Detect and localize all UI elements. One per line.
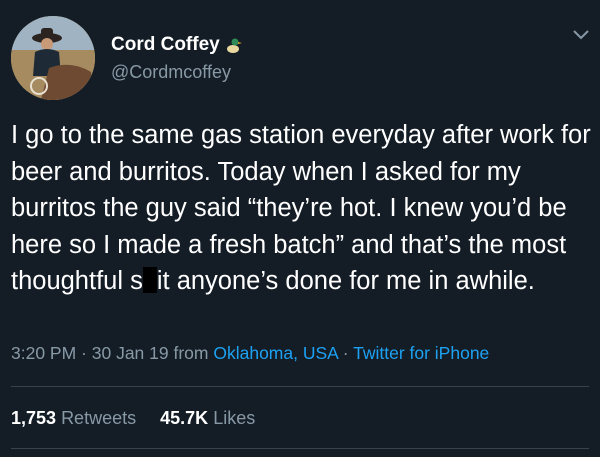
location-link[interactable]: Oklahoma, USA bbox=[213, 343, 338, 363]
user-handle[interactable]: @Cordmcoffey bbox=[111, 62, 231, 83]
source-link[interactable]: Twitter for iPhone bbox=[353, 343, 489, 363]
chevron-down-icon[interactable] bbox=[572, 28, 590, 42]
likes-count: 45.7K bbox=[160, 408, 209, 428]
retweets-label: Retweets bbox=[61, 408, 137, 428]
avatar[interactable] bbox=[11, 16, 95, 100]
engagement-stats: 1,753 Retweets 45.7K Likes bbox=[11, 408, 255, 429]
likes-label: Likes bbox=[213, 408, 256, 428]
tweet-time[interactable]: 3:20 PM bbox=[11, 343, 76, 363]
retweets-stat[interactable]: 1,753 Retweets bbox=[11, 408, 136, 428]
duck-icon bbox=[226, 38, 242, 53]
divider bbox=[11, 386, 589, 387]
retweets-count: 1,753 bbox=[11, 408, 57, 428]
meta-from: from bbox=[168, 343, 214, 363]
meta-separator: · bbox=[337, 343, 354, 363]
tweet-text-part2: it anyone’s done for me in awhile. bbox=[156, 267, 535, 295]
tweet-date[interactable]: 30 Jan 19 bbox=[92, 343, 169, 363]
likes-stat[interactable]: 45.7K Likes bbox=[160, 408, 255, 428]
display-name[interactable]: Cord Coffey bbox=[111, 34, 242, 56]
tweet-metadata: 3:20 PM · 30 Jan 19 from Oklahoma, USA ·… bbox=[11, 343, 489, 364]
censor-block bbox=[142, 267, 157, 293]
avatar-photo bbox=[11, 16, 95, 100]
display-name-text[interactable]: Cord Coffey bbox=[111, 34, 220, 56]
meta-separator: · bbox=[76, 343, 92, 363]
divider bbox=[11, 448, 589, 449]
tweet-text: I go to the same gas station everyday af… bbox=[11, 117, 591, 300]
